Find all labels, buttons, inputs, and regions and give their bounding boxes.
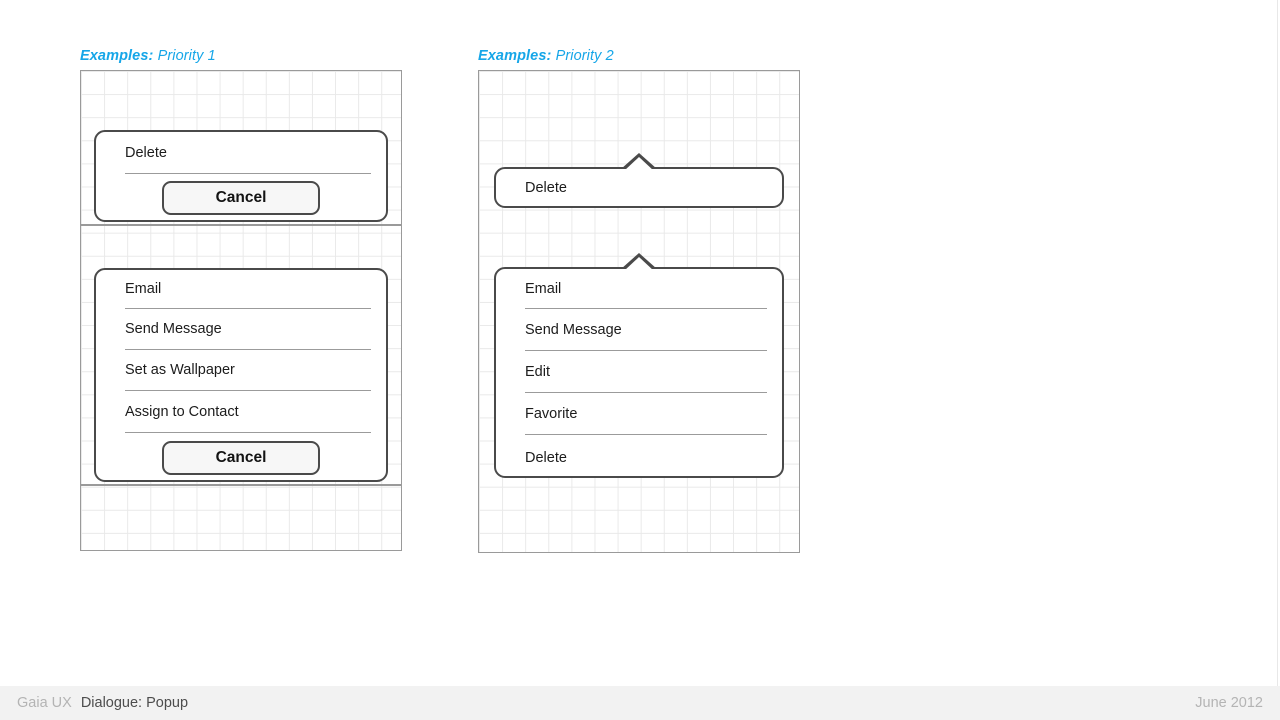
menu-item-delete[interactable]: Delete xyxy=(111,132,371,173)
popup-bubble-delete[interactable]: Delete xyxy=(494,153,784,208)
menu-item-favorite[interactable]: Favorite xyxy=(511,393,767,434)
example-label-priority-1: Examples: Priority 1 xyxy=(80,48,402,64)
cancel-button[interactable]: Cancel xyxy=(162,180,320,215)
menu-item-label: Set as Wallpaper xyxy=(125,362,235,378)
example-label-lead: Examples: xyxy=(80,48,154,64)
menu-item-label: Assign to Contact xyxy=(125,403,239,420)
example-label-rest: Priority 1 xyxy=(153,48,216,64)
menu-item-label: Delete xyxy=(125,144,167,161)
popup-dialog-actions[interactable]: Email Send Message Set as Wallpaper Assi… xyxy=(94,268,388,482)
popup-dialog-delete[interactable]: Delete Cancel xyxy=(94,130,388,222)
cancel-button[interactable]: Cancel xyxy=(162,441,320,475)
footer-title: Dialogue: Popup xyxy=(80,695,189,711)
footer-bar: Gaia UX Dialogue: Popup June 2012 xyxy=(0,686,1280,720)
phone-frame-priority-1: Delete Cancel Email Send Message Set as … xyxy=(80,70,402,551)
footer-brand: Gaia UX xyxy=(17,695,72,711)
menu-item-delete[interactable]: Delete xyxy=(511,169,767,206)
menu-item-set-as-wallpaper[interactable]: Set as Wallpaper xyxy=(111,350,371,390)
page-margin-guide xyxy=(1277,0,1278,686)
example-priority-1: Examples: Priority 1 Delete Cancel Email… xyxy=(80,48,402,551)
screen-divider-top xyxy=(80,224,402,226)
menu-item-label: Email xyxy=(525,280,562,297)
menu-item-label: Email xyxy=(125,281,162,297)
menu-item-assign-to-contact[interactable]: Assign to Contact xyxy=(111,391,371,432)
example-label-rest: Priority 2 xyxy=(551,48,614,64)
menu-item-email[interactable]: Email xyxy=(111,270,371,308)
menu-item-send-message[interactable]: Send Message xyxy=(511,309,767,350)
menu-item-label: Send Message xyxy=(125,321,222,337)
menu-item-label: Delete xyxy=(525,449,567,466)
menu-item-send-message[interactable]: Send Message xyxy=(111,309,371,349)
footer-left-group: Gaia UX Dialogue: Popup xyxy=(17,695,188,711)
example-label-priority-2: Examples: Priority 2 xyxy=(478,48,800,64)
menu-item-label: Delete xyxy=(525,179,567,196)
cancel-row: Cancel xyxy=(111,433,371,483)
popup-bubble-actions[interactable]: Email Send Message Edit Favorite Delete xyxy=(494,253,784,480)
menu-item-label: Send Message xyxy=(525,321,622,338)
footer-date: June 2012 xyxy=(1195,695,1263,711)
phone-frame-priority-2: Delete Email Send Message Edit Favorite … xyxy=(478,70,800,553)
screen-divider-bottom xyxy=(80,484,402,486)
example-label-lead: Examples: xyxy=(478,48,552,64)
menu-item-label: Edit xyxy=(525,363,550,380)
menu-item-delete[interactable]: Delete xyxy=(511,435,767,480)
example-priority-2: Examples: Priority 2 Delete Email Send M… xyxy=(478,48,800,553)
menu-item-edit[interactable]: Edit xyxy=(511,351,767,392)
menu-item-label: Favorite xyxy=(525,405,578,422)
menu-item-email[interactable]: Email xyxy=(511,269,767,308)
cancel-row: Cancel xyxy=(111,174,371,221)
